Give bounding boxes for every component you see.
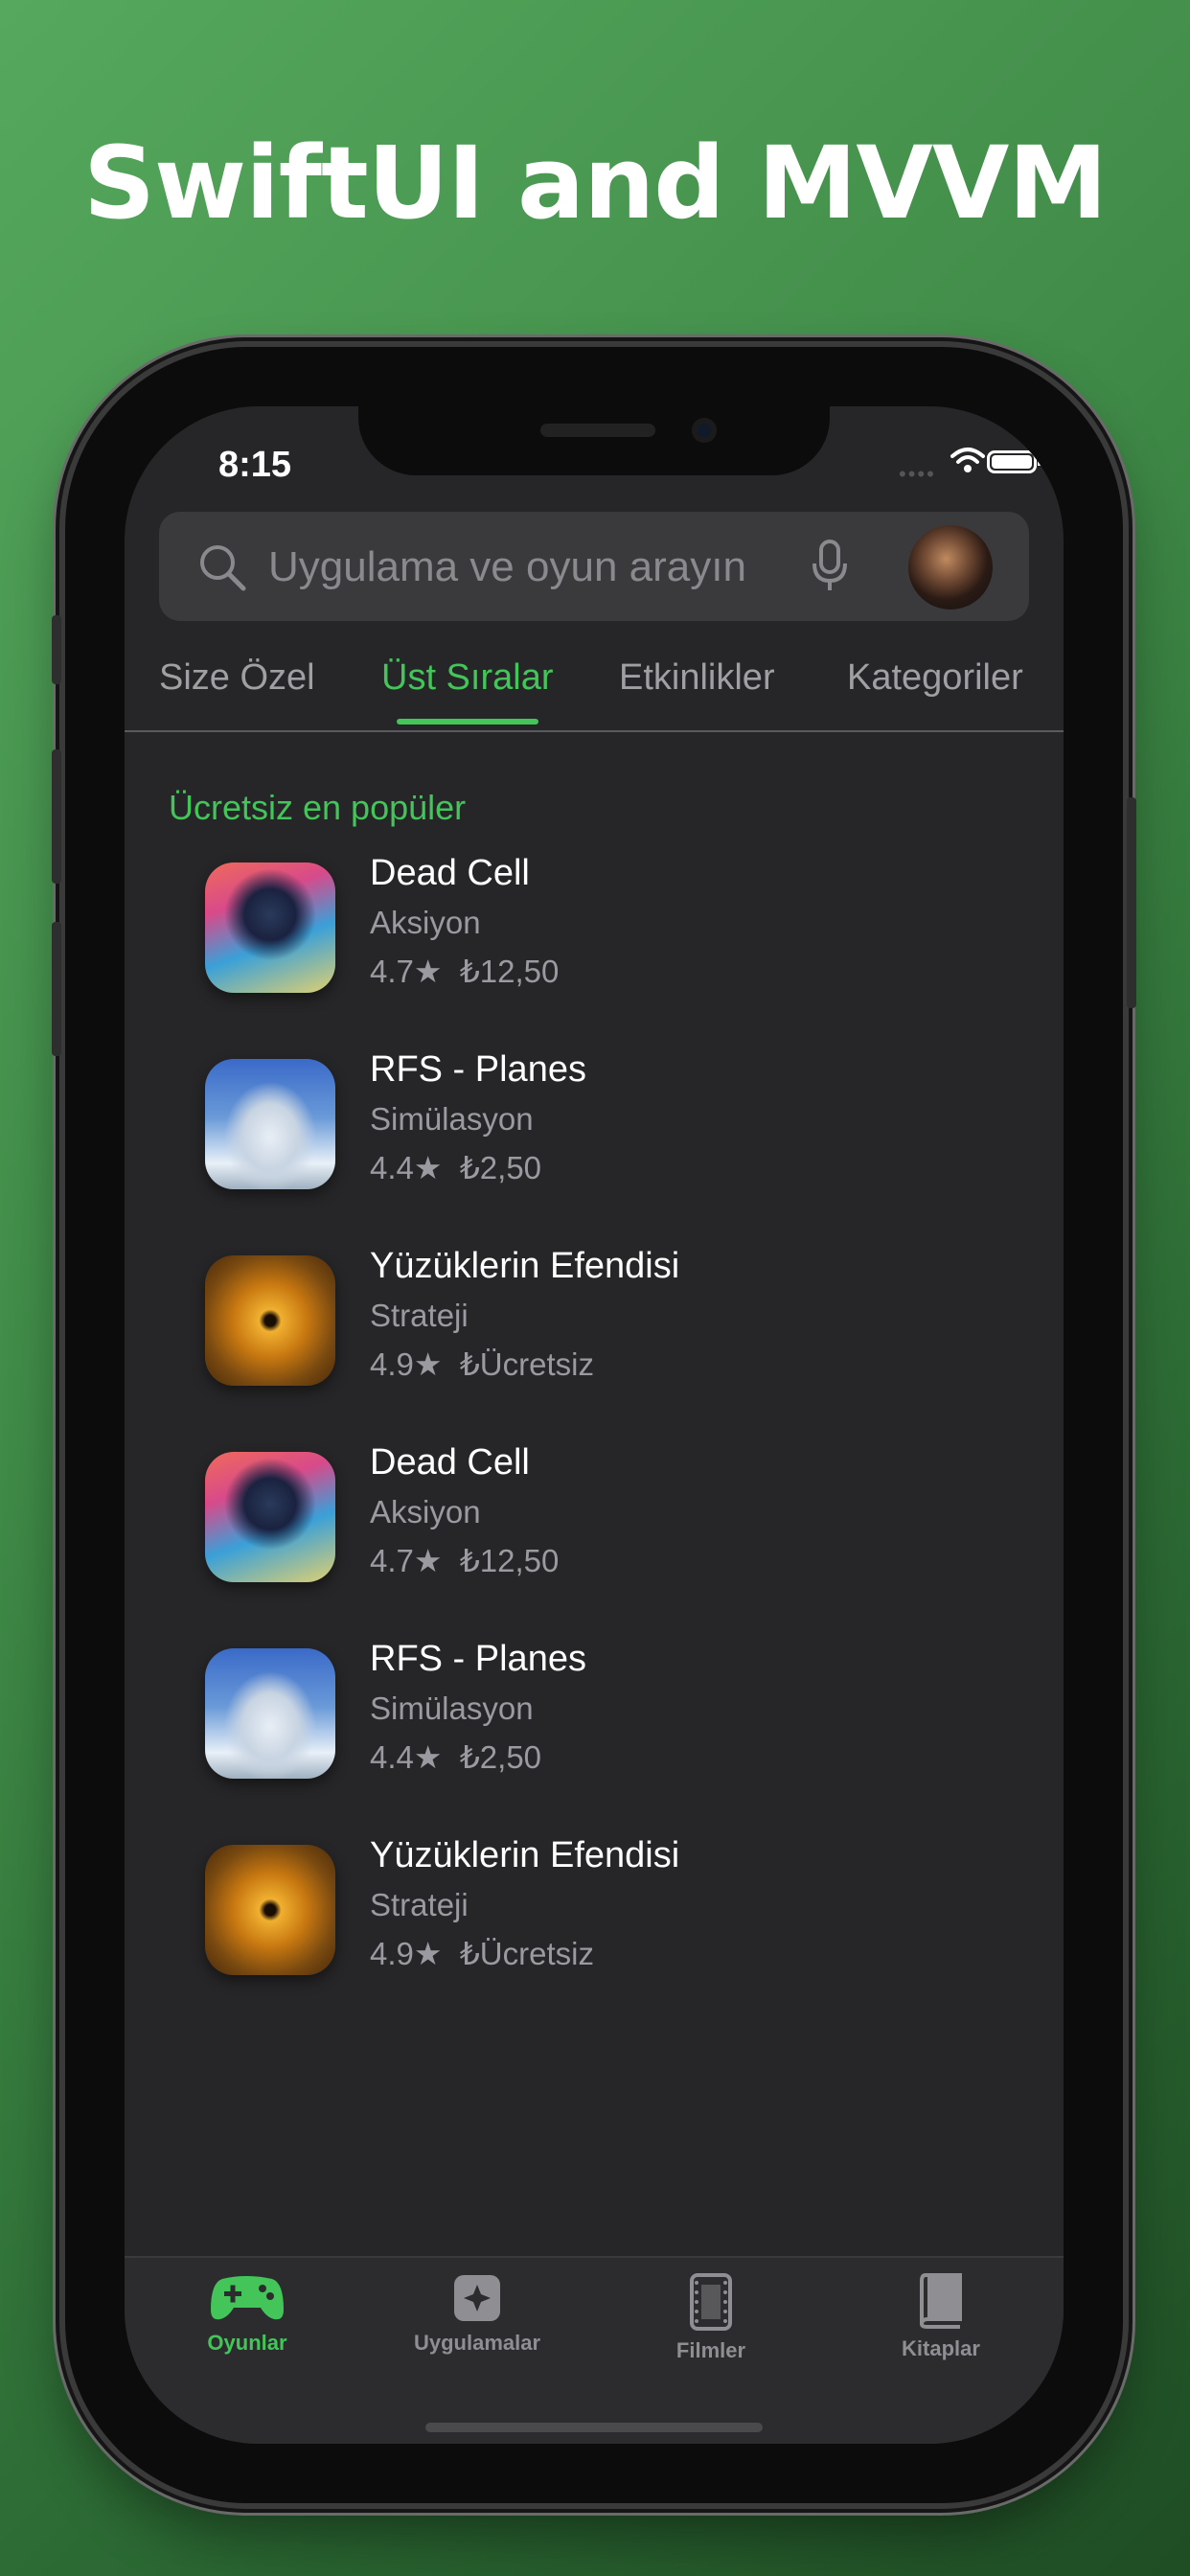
app-rating: 4.4★ xyxy=(370,1150,443,1185)
app-name: Dead Cell xyxy=(370,1442,530,1483)
app-name: RFS - Planes xyxy=(370,1049,586,1090)
app-rating: 4.4★ xyxy=(370,1739,443,1775)
list-item[interactable]: RFS - Planes Simülasyon 4.4★ ₺2,50 xyxy=(125,1639,1064,1835)
app-price: ₺Ücretsiz xyxy=(459,1346,594,1382)
top-tabs: Size Özel Üst Sıralar Etkinlikler Katego… xyxy=(125,657,1064,728)
tabbar-label: Oyunlar xyxy=(207,2331,287,2355)
app-price: ₺Ücretsiz xyxy=(459,1936,594,1971)
tabbar-item-kitaplar[interactable]: Kitaplar xyxy=(845,2273,1037,2361)
app-category: Aksiyon xyxy=(370,1494,481,1530)
book-icon xyxy=(919,2273,962,2329)
tabbar-item-uygulamalar[interactable]: Uygulamalar xyxy=(381,2273,573,2356)
gamecontroller-icon xyxy=(211,2276,284,2320)
search-input[interactable] xyxy=(266,533,768,602)
app-meta: 4.4★ ₺2,50 xyxy=(370,1738,541,1776)
app-name: Yüzüklerin Efendisi xyxy=(370,1246,680,1286)
speaker-grille xyxy=(540,424,655,437)
app-rating: 4.7★ xyxy=(370,1543,443,1578)
screen: 8:15 •••• Size Özel Üst Sıralar Etkinl xyxy=(125,406,1064,2444)
apps-icon xyxy=(454,2275,500,2321)
magnifying-glass-icon xyxy=(200,545,246,591)
phone-frame: 8:15 •••• Size Özel Üst Sıralar Etkinl xyxy=(52,347,1136,2503)
mute-switch xyxy=(52,615,61,684)
app-price: ₺2,50 xyxy=(459,1150,542,1185)
volume-up-button xyxy=(52,749,61,884)
avatar[interactable] xyxy=(908,525,993,610)
list-item[interactable]: Dead Cell Aksiyon 4.7★ ₺12,50 xyxy=(125,1442,1064,1639)
mic-icon[interactable] xyxy=(811,539,849,594)
app-meta: 4.7★ ₺12,50 xyxy=(370,953,559,990)
home-indicator[interactable] xyxy=(425,2423,763,2432)
app-category: Aksiyon xyxy=(370,905,481,940)
signal-dots-icon: •••• xyxy=(899,462,936,486)
app-price: ₺12,50 xyxy=(459,954,560,989)
list-item[interactable]: Dead Cell Aksiyon 4.7★ ₺12,50 xyxy=(125,853,1064,1049)
app-meta: 4.4★ ₺2,50 xyxy=(370,1149,541,1186)
list-item[interactable]: Yüzüklerin Efendisi Strateji 4.9★ ₺Ücret… xyxy=(125,1835,1064,2032)
battery-icon xyxy=(987,450,1041,473)
tabbar-label: Uygulamalar xyxy=(413,2331,541,2355)
tab-kategoriler[interactable]: Kategoriler xyxy=(847,657,1023,699)
app-category: Simülasyon xyxy=(370,1101,534,1137)
wifi-icon xyxy=(950,448,985,472)
list-item[interactable]: RFS - Planes Simülasyon 4.4★ ₺2,50 xyxy=(125,1049,1064,1246)
app-category: Strateji xyxy=(370,1887,469,1922)
tab-bar: Oyunlar Uygulamalar Filmler Kitaplar xyxy=(125,2256,1064,2444)
tab-ust-siralar[interactable]: Üst Sıralar xyxy=(381,657,553,699)
section-title: Ücretsiz en popüler xyxy=(169,788,467,827)
volume-down-button xyxy=(52,922,61,1056)
headline: SwiftUI and MVVM xyxy=(83,125,1108,242)
list-item[interactable]: Yüzüklerin Efendisi Strateji 4.9★ ₺Ücret… xyxy=(125,1246,1064,1442)
power-button xyxy=(1127,797,1136,1008)
app-category: Strateji xyxy=(370,1298,469,1333)
notch xyxy=(358,406,830,475)
app-icon-lotr xyxy=(205,1845,335,1975)
tab-size-ozel[interactable]: Size Özel xyxy=(159,657,315,699)
front-camera xyxy=(692,418,717,443)
app-meta: 4.9★ ₺Ücretsiz xyxy=(370,1346,594,1383)
tabbar-item-filmler[interactable]: Filmler xyxy=(615,2273,807,2363)
tabs-divider xyxy=(125,730,1064,732)
app-icon-dead-cell xyxy=(205,1452,335,1582)
app-name: Dead Cell xyxy=(370,853,530,893)
app-category: Simülasyon xyxy=(370,1690,534,1726)
app-meta: 4.7★ ₺12,50 xyxy=(370,1542,559,1579)
tabbar-item-oyunlar[interactable]: Oyunlar xyxy=(151,2273,343,2356)
search-bar[interactable] xyxy=(159,512,1029,621)
film-icon xyxy=(690,2273,732,2331)
app-price: ₺12,50 xyxy=(459,1543,560,1578)
active-tab-indicator xyxy=(397,719,538,724)
tab-etkinlikler[interactable]: Etkinlikler xyxy=(619,657,775,699)
app-rating: 4.7★ xyxy=(370,954,443,989)
status-time: 8:15 xyxy=(218,445,292,485)
tabbar-label: Kitaplar xyxy=(902,2336,980,2360)
app-icon-lotr xyxy=(205,1255,335,1386)
app-meta: 4.9★ ₺Ücretsiz xyxy=(370,1935,594,1972)
app-price: ₺2,50 xyxy=(459,1739,542,1775)
app-icon-dead-cell xyxy=(205,862,335,993)
app-rating: 4.9★ xyxy=(370,1936,443,1971)
app-rating: 4.9★ xyxy=(370,1346,443,1382)
tabbar-label: Filmler xyxy=(675,2338,746,2362)
app-name: RFS - Planes xyxy=(370,1639,586,1679)
app-icon-rfs-planes xyxy=(205,1648,335,1779)
app-name: Yüzüklerin Efendisi xyxy=(370,1835,680,1875)
app-icon-rfs-planes xyxy=(205,1059,335,1189)
